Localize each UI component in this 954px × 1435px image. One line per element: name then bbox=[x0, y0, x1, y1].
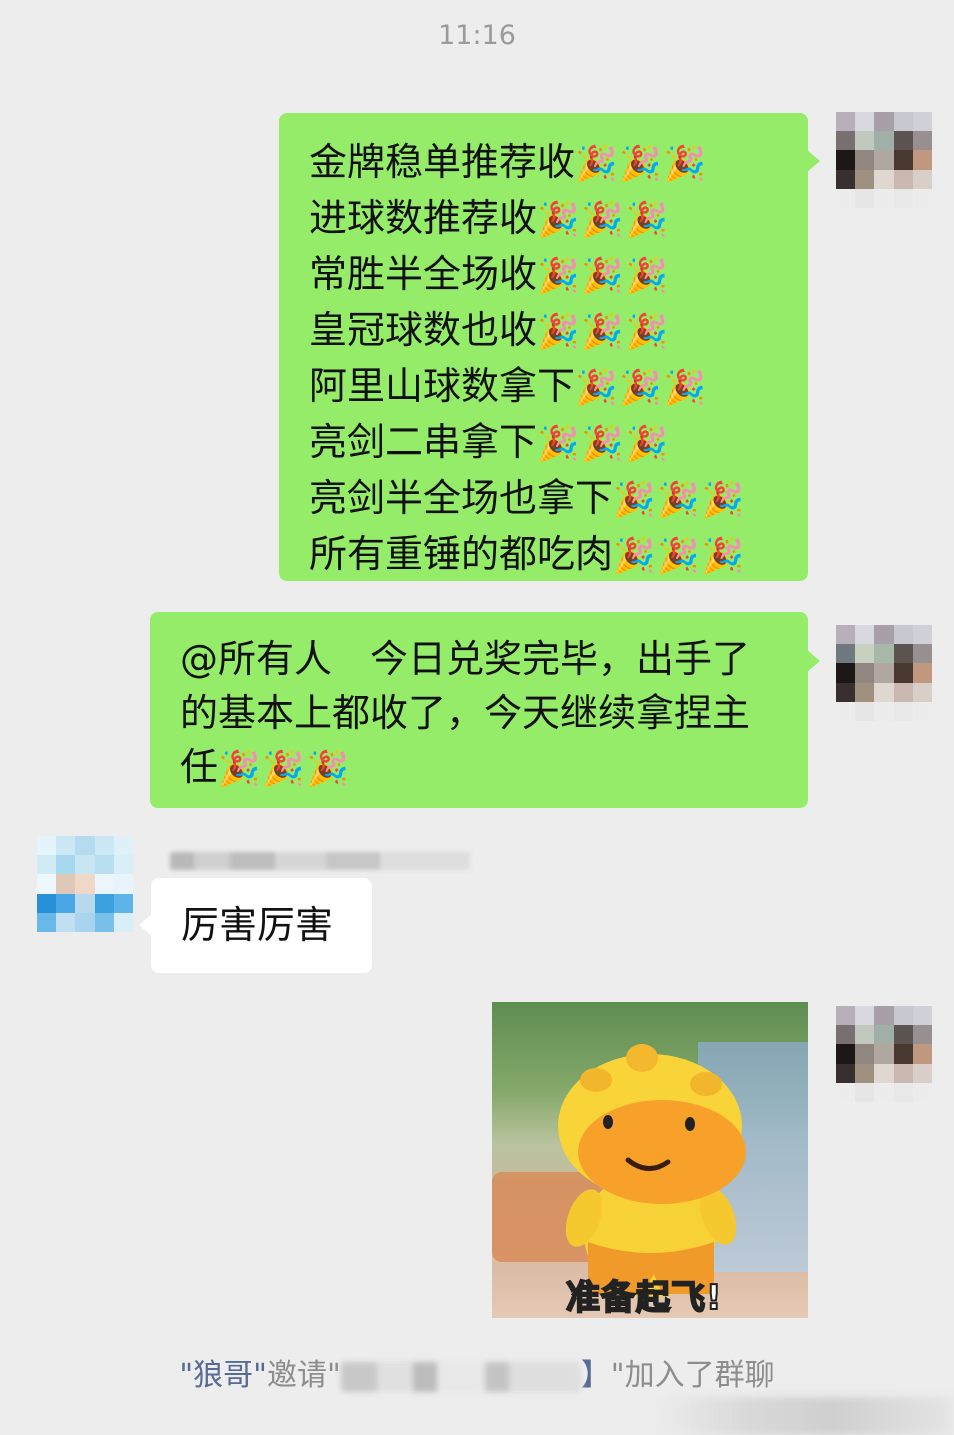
message-line: 进球数推荐收🎉🎉🎉 bbox=[309, 196, 671, 240]
joined-text: "加入了群聊 bbox=[610, 1358, 775, 1393]
message-line: 亮剑半全场也拿下🎉🎉🎉 bbox=[309, 476, 747, 520]
avatar[interactable] bbox=[836, 112, 932, 208]
message-bubble[interactable]: @所有人 今日兑奖完毕，出手了的基本上都收了，今天继续拿捏主任🎉🎉🎉 bbox=[150, 612, 808, 808]
party-popper-icon: 🎉🎉🎉 bbox=[537, 256, 671, 296]
message-line: 皇冠球数也收🎉🎉🎉 bbox=[309, 308, 671, 352]
message-line: 所有重锤的都吃肉🎉🎉🎉 bbox=[309, 532, 747, 576]
party-popper-icon: 🎉🎉🎉 bbox=[613, 480, 747, 520]
party-popper-icon: 🎉🎉🎉 bbox=[575, 368, 709, 408]
message-line: 常胜半全场收🎉🎉🎉 bbox=[309, 252, 671, 296]
message-line: 金牌稳单推荐收🎉🎉🎉 bbox=[309, 140, 709, 184]
sender-name bbox=[170, 852, 470, 870]
message-text: 厉害厉害 bbox=[181, 903, 334, 947]
sticker-caption: 准备起飞! bbox=[565, 1277, 723, 1318]
inviter-name[interactable]: "狼哥" bbox=[179, 1358, 267, 1393]
watermark bbox=[654, 1397, 954, 1435]
message-line: 亮剑二串拿下🎉🎉🎉 bbox=[309, 420, 671, 464]
party-popper-icon: 🎉🎉🎉 bbox=[575, 144, 709, 184]
avatar[interactable] bbox=[37, 836, 133, 932]
invitee-fragment: 】 bbox=[580, 1358, 611, 1393]
quote-mark: " bbox=[326, 1358, 341, 1393]
party-popper-icon: 🎉🎉🎉 bbox=[537, 200, 671, 240]
invitee-name[interactable] bbox=[340, 1361, 581, 1392]
invite-word: 邀请 bbox=[266, 1358, 327, 1393]
party-popper-icon: 🎉🎉🎉 bbox=[537, 424, 671, 464]
message-bubble[interactable]: 金牌稳单推荐收🎉🎉🎉 进球数推荐收🎉🎉🎉 常胜半全场收🎉🎉🎉 皇冠球数也收🎉🎉🎉… bbox=[279, 113, 808, 581]
party-popper-icon: 🎉🎉🎉 bbox=[613, 536, 747, 576]
message-line: 阿里山球数拿下🎉🎉🎉 bbox=[309, 364, 709, 408]
party-popper-icon: 🎉🎉🎉 bbox=[218, 749, 352, 789]
avatar[interactable] bbox=[836, 1006, 932, 1102]
avatar[interactable] bbox=[836, 625, 932, 721]
party-popper-icon: 🎉🎉🎉 bbox=[537, 312, 671, 352]
bubble-tail bbox=[807, 650, 820, 672]
timestamp: 11:16 bbox=[438, 20, 516, 51]
message-bubble[interactable]: 厉害厉害 bbox=[151, 878, 372, 973]
system-notice: "狼哥"邀请" 】"加入了群聊 bbox=[0, 1350, 954, 1394]
bubble-tail bbox=[807, 150, 820, 172]
sticker-image[interactable]: 准备起飞! bbox=[492, 1002, 808, 1318]
